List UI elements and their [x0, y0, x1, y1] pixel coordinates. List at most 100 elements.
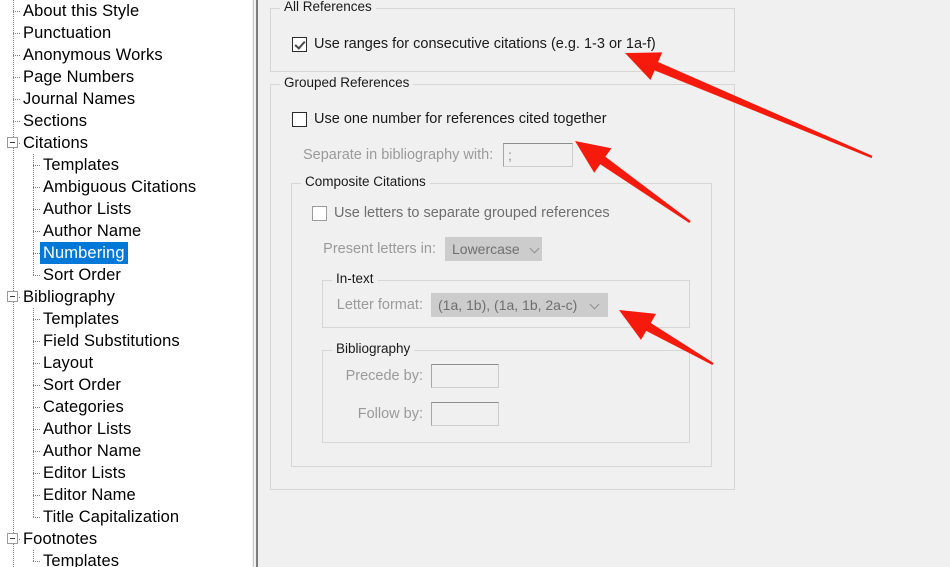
sidebar-item-label: About this Style — [23, 2, 140, 20]
use-letters-checkbox[interactable] — [312, 205, 327, 221]
letter-format-value: (1a, 1b), (1a, 1b, 2a-c) — [438, 297, 578, 313]
tree-subtrunk-line — [33, 308, 34, 330]
letter-format-dropdown[interactable]: (1a, 1b), (1a, 1b, 2a-c) — [431, 293, 608, 317]
sidebar-item-label: Layout — [43, 354, 94, 372]
precede-by-row[interactable]: Precede by: — [328, 364, 499, 388]
use-letters-label: Use letters to separate grouped referenc… — [334, 205, 610, 221]
all-references-groupbox: All References Use ranges for consecutiv… — [270, 0, 735, 72]
use-one-number-checkbox-row[interactable]: Use one number for references cited toge… — [292, 111, 607, 127]
panel-splitter[interactable] — [252, 0, 260, 567]
tree-expander-collapse-icon[interactable] — [7, 291, 18, 302]
sidebar-item-label: Field Substitutions — [43, 332, 180, 350]
composite-citations-groupbox: Composite Citations Use letters to separ… — [291, 175, 712, 467]
use-one-number-label: Use one number for references cited toge… — [314, 111, 607, 127]
tree-subtrunk-line — [33, 242, 34, 264]
use-one-number-checkbox[interactable] — [292, 111, 307, 127]
separate-in-bibliography-row[interactable]: Separate in bibliography with: ; — [303, 143, 573, 167]
precede-by-input[interactable] — [431, 364, 499, 388]
follow-by-input[interactable] — [431, 402, 499, 426]
sidebar-item-anonymous-works[interactable]: Anonymous Works — [0, 44, 252, 66]
tree-subtrunk-line — [33, 220, 34, 242]
sidebar-item-label: Editor Lists — [43, 464, 126, 482]
sidebar-item-ambiguous-citations[interactable]: Ambiguous Citations — [0, 176, 252, 198]
sidebar-item-templates[interactable]: Templates — [0, 308, 252, 330]
grouped-references-title: Grouped References — [280, 76, 414, 90]
follow-by-label: Follow by: — [357, 406, 423, 422]
composite-citations-title: Composite Citations — [301, 175, 430, 189]
all-references-title: All References — [280, 0, 376, 14]
present-letters-in-dropdown[interactable]: Lowercase — [445, 237, 542, 261]
sidebar-item-label: Templates — [43, 156, 120, 174]
sidebar-item-journal-names[interactable]: Journal Names — [0, 88, 252, 110]
sidebar-item-label: Ambiguous Citations — [43, 178, 197, 196]
sidebar-item-sort-order[interactable]: Sort Order — [0, 264, 252, 286]
tree-subtrunk-line — [33, 264, 34, 276]
present-letters-in-row[interactable]: Present letters in: Lowercase — [316, 237, 542, 261]
sidebar-item-sections[interactable]: Sections — [0, 110, 252, 132]
precede-by-label: Precede by: — [345, 368, 423, 384]
splitter-line-dark — [256, 0, 258, 567]
chevron-down-icon — [590, 300, 601, 311]
sidebar-item-author-lists[interactable]: Author Lists — [0, 198, 252, 220]
sidebar-item-label: Numbering — [40, 242, 128, 264]
sidebar-item-label: Templates — [43, 310, 120, 328]
sidebar-item-layout[interactable]: Layout — [0, 352, 252, 374]
sidebar-item-label: Author Name — [43, 222, 142, 240]
numbering-options-panel: All References Use ranges for consecutiv… — [260, 0, 950, 567]
sidebar-item-about-this-style[interactable]: About this Style — [0, 0, 252, 22]
sidebar-item-label: Bibliography — [23, 288, 116, 306]
sidebar-item-label: Anonymous Works — [23, 46, 163, 64]
present-letters-in-label: Present letters in: — [323, 241, 436, 257]
sidebar-item-footnotes[interactable]: Footnotes — [0, 528, 252, 550]
tree-expander-collapse-icon[interactable] — [7, 533, 18, 544]
sidebar-item-label: Author Lists — [43, 200, 132, 218]
tree-subtrunk-line — [33, 550, 34, 562]
letter-format-label: Letter format: — [336, 297, 423, 313]
use-ranges-label: Use ranges for consecutive citations (e.… — [314, 36, 656, 52]
sidebar-item-citations[interactable]: Citations — [0, 132, 252, 154]
sidebar-item-author-lists[interactable]: Author Lists — [0, 418, 252, 440]
use-letters-checkbox-row[interactable]: Use letters to separate grouped referenc… — [312, 205, 610, 221]
sidebar-item-field-substitutions[interactable]: Field Substitutions — [0, 330, 252, 352]
letter-format-row[interactable]: Letter format: (1a, 1b), (1a, 1b, 2a-c) — [328, 293, 608, 317]
sidebar-item-label: Author Lists — [43, 420, 132, 438]
sidebar-item-title-capitalization[interactable]: Title Capitalization — [0, 506, 252, 528]
sidebar-item-bibliography[interactable]: Bibliography — [0, 286, 252, 308]
follow-by-row[interactable]: Follow by: — [328, 402, 499, 426]
tree-expander-collapse-icon[interactable] — [7, 137, 18, 148]
tree-subtrunk-line — [33, 506, 34, 518]
sidebar-item-categories[interactable]: Categories — [0, 396, 252, 418]
use-ranges-checkbox-row[interactable]: Use ranges for consecutive citations (e.… — [292, 36, 656, 52]
tree-subtrunk-line — [33, 484, 34, 506]
tree-subtrunk-line — [33, 352, 34, 374]
sidebar-item-editor-name[interactable]: Editor Name — [0, 484, 252, 506]
bibliography-subgroup-title: Bibliography — [332, 342, 415, 356]
sidebar-item-templates[interactable]: Templates — [0, 550, 252, 567]
tree-subtrunk-line — [33, 330, 34, 352]
sidebar-item-label: Footnotes — [23, 530, 98, 548]
tree-subtrunk-line — [33, 154, 34, 176]
sidebar-item-label: Author Name — [43, 442, 142, 460]
sidebar-item-author-name[interactable]: Author Name — [0, 220, 252, 242]
tree-subtrunk-line — [33, 396, 34, 418]
sidebar-item-author-name[interactable]: Author Name — [0, 440, 252, 462]
sidebar-item-label: Punctuation — [23, 24, 112, 42]
sidebar-item-editor-lists[interactable]: Editor Lists — [0, 462, 252, 484]
in-text-groupbox: In-text Letter format: (1a, 1b), (1a, 1b… — [322, 272, 690, 328]
sidebar-item-label: Sort Order — [43, 266, 122, 284]
sidebar-item-templates[interactable]: Templates — [0, 154, 252, 176]
grouped-references-groupbox: Grouped References Use one number for re… — [270, 76, 735, 490]
use-ranges-checkbox[interactable] — [292, 36, 307, 52]
tree-subtrunk-line — [33, 176, 34, 198]
tree-subtrunk-line — [33, 440, 34, 462]
style-editor-window: About this Style Punctuation Anonymous Wor… — [0, 0, 950, 567]
separate-in-bibliography-input[interactable]: ; — [503, 143, 573, 167]
splitter-line-light — [253, 0, 254, 567]
sidebar-item-page-numbers[interactable]: Page Numbers — [0, 66, 252, 88]
separate-in-bibliography-label: Separate in bibliography with: — [303, 147, 494, 163]
sidebar-item-numbering[interactable]: Numbering — [0, 242, 252, 264]
sidebar-tree-panel[interactable]: About this Style Punctuation Anonymous Wor… — [0, 0, 252, 567]
sidebar-item-punctuation[interactable]: Punctuation — [0, 22, 252, 44]
sidebar-tree-list: About this Style Punctuation Anonymous Wor… — [0, 0, 252, 567]
sidebar-item-sort-order[interactable]: Sort Order — [0, 374, 252, 396]
